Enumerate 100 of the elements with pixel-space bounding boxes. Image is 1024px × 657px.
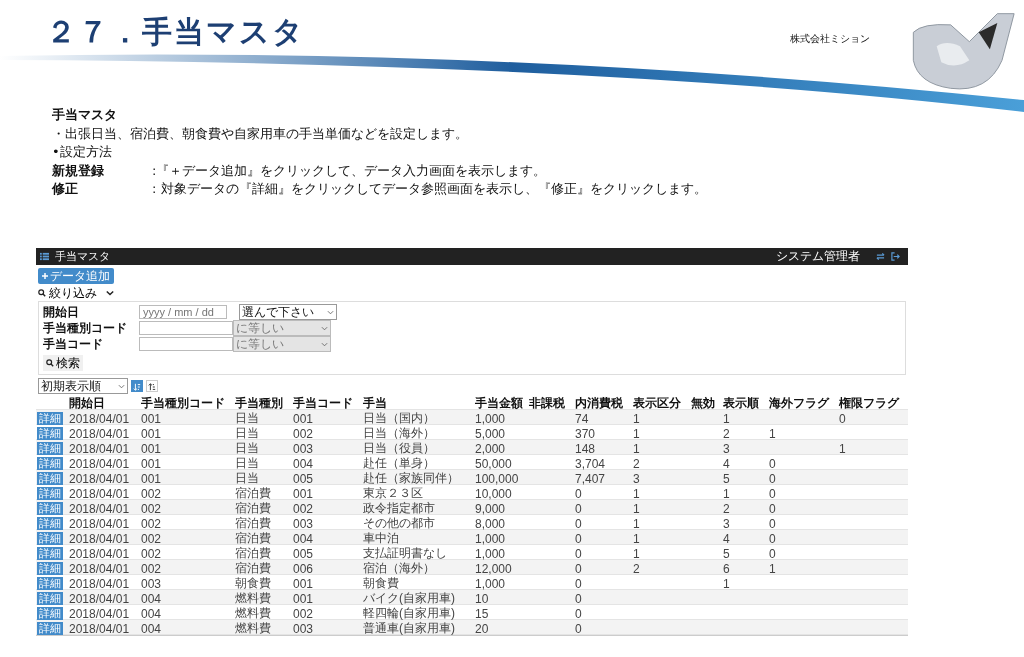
logout-icon[interactable]	[891, 252, 900, 261]
table-cell: 日当（役員）	[363, 441, 435, 455]
search-icon	[38, 289, 46, 297]
column-header: 手当金額	[474, 395, 524, 412]
table-cell: 2018/04/01	[69, 621, 130, 636]
table-cell: 車中泊	[363, 531, 399, 545]
table-cell: 002	[141, 546, 162, 561]
column-header: 手当	[362, 395, 388, 412]
text-input[interactable]	[139, 337, 233, 351]
text-input[interactable]	[139, 321, 233, 335]
table-cell: 20	[475, 621, 489, 636]
filter-toggle[interactable]: 絞り込み	[38, 287, 114, 299]
column-header: 海外フラグ	[768, 395, 831, 412]
table-cell: 日当（国内）	[363, 411, 435, 425]
detail-button[interactable]: 詳細	[37, 607, 63, 620]
table-cell: 1	[633, 501, 640, 516]
table-cell: 005	[293, 471, 314, 486]
date-input[interactable]: yyyy / mm / dd	[139, 305, 227, 319]
user-name: システム管理者	[776, 248, 860, 265]
caret-icon	[321, 341, 328, 347]
table-cell: 2	[633, 456, 640, 471]
operator-select[interactable]: 選んで下さい	[239, 304, 337, 320]
add-data-button[interactable]: データ追加	[38, 268, 114, 284]
table-cell: 001	[293, 486, 314, 501]
table-cell: 0	[575, 531, 582, 546]
table-cell: 2	[633, 561, 640, 576]
sort-descending-button[interactable]	[146, 380, 158, 392]
table-cell: 日当	[235, 441, 259, 455]
step-text: : 対象データの『詳細』をクリックしてデータ参照画面を表示し、『修正』をクリックします。	[152, 180, 707, 198]
detail-button[interactable]: 詳細	[37, 487, 63, 500]
table-cell: 燃料費	[235, 606, 271, 620]
detail-button[interactable]: 詳細	[37, 442, 63, 455]
table-cell: 1	[633, 441, 640, 456]
table-cell: 0	[769, 471, 776, 486]
detail-button[interactable]: 詳細	[37, 427, 63, 440]
table-cell: 支払証明書なし	[363, 546, 447, 560]
detail-button[interactable]: 詳細	[37, 412, 63, 425]
table-cell: 0	[575, 486, 582, 501]
table-cell: 1,000	[475, 411, 506, 426]
table-cell: 軽四輪(自家用車)	[363, 606, 455, 620]
table-cell: 0	[575, 591, 582, 606]
filter-label: 開始日	[43, 303, 80, 321]
table-cell: 朝食費	[363, 576, 399, 590]
list-icon[interactable]	[40, 252, 49, 261]
detail-button[interactable]: 詳細	[37, 472, 63, 485]
caret-icon	[118, 383, 125, 389]
table-cell: 8,000	[475, 516, 506, 531]
table-cell: 2,000	[475, 441, 506, 456]
table-cell: 001	[293, 576, 314, 591]
table-cell: 0	[769, 501, 776, 516]
table-cell: 2018/04/01	[69, 411, 130, 426]
table-cell: 004	[293, 531, 314, 546]
table-cell: 0	[575, 501, 582, 516]
table-cell: 普通車(自家用車)	[363, 621, 455, 635]
table-cell: 9,000	[475, 501, 506, 516]
table-cell: 赴任（家族同伴）	[363, 471, 459, 485]
table-cell: 002	[293, 606, 314, 621]
table-cell: 日当	[235, 456, 259, 470]
table-cell: 1	[769, 426, 776, 441]
detail-button[interactable]: 詳細	[37, 457, 63, 470]
table-cell: 燃料費	[235, 621, 271, 635]
table-cell: 001	[293, 411, 314, 426]
detail-button[interactable]: 詳細	[37, 622, 63, 635]
table-cell: 002	[293, 501, 314, 516]
table-cell: 2018/04/01	[69, 561, 130, 576]
detail-button[interactable]: 詳細	[37, 532, 63, 545]
detail-button[interactable]: 詳細	[37, 592, 63, 605]
detail-button[interactable]: 詳細	[37, 577, 63, 590]
table-cell: 1	[723, 576, 730, 591]
detail-button[interactable]: 詳細	[37, 547, 63, 560]
table-cell: 政令指定都市	[363, 501, 435, 515]
table-cell: 2018/04/01	[69, 501, 130, 516]
column-header: 表示順	[722, 395, 760, 412]
table-cell: 2018/04/01	[69, 531, 130, 546]
table-cell: 0	[769, 531, 776, 546]
table-cell: 15	[475, 606, 489, 621]
detail-button[interactable]: 詳細	[37, 517, 63, 530]
table-cell: 003	[141, 576, 162, 591]
chevron-down-icon	[106, 290, 114, 296]
table-cell: 001	[141, 411, 162, 426]
sort-select[interactable]: 初期表示順	[38, 378, 128, 394]
swap-icon[interactable]	[876, 252, 885, 261]
table-cell: 日当	[235, 426, 259, 440]
table-cell: 4	[723, 456, 730, 471]
table-cell: 赴任（単身）	[363, 456, 435, 470]
table-cell: 74	[575, 411, 589, 426]
table-cell: 002	[141, 531, 162, 546]
table-cell: 148	[575, 441, 596, 456]
table-cell: 0	[769, 486, 776, 501]
search-button[interactable]: 検索	[43, 355, 83, 371]
table-cell: 0	[575, 561, 582, 576]
app-title: 手当マスタ	[55, 249, 110, 264]
column-header: 手当種別コード	[140, 395, 226, 412]
table-cell: バイク(自家用車)	[363, 591, 455, 605]
detail-button[interactable]: 詳細	[37, 562, 63, 575]
table-cell: 10,000	[475, 486, 512, 501]
table-cell: 002	[293, 426, 314, 441]
description-text: •設定方法	[52, 143, 113, 161]
filter-label: 手当種別コード	[43, 319, 128, 337]
detail-button[interactable]: 詳細	[37, 502, 63, 515]
